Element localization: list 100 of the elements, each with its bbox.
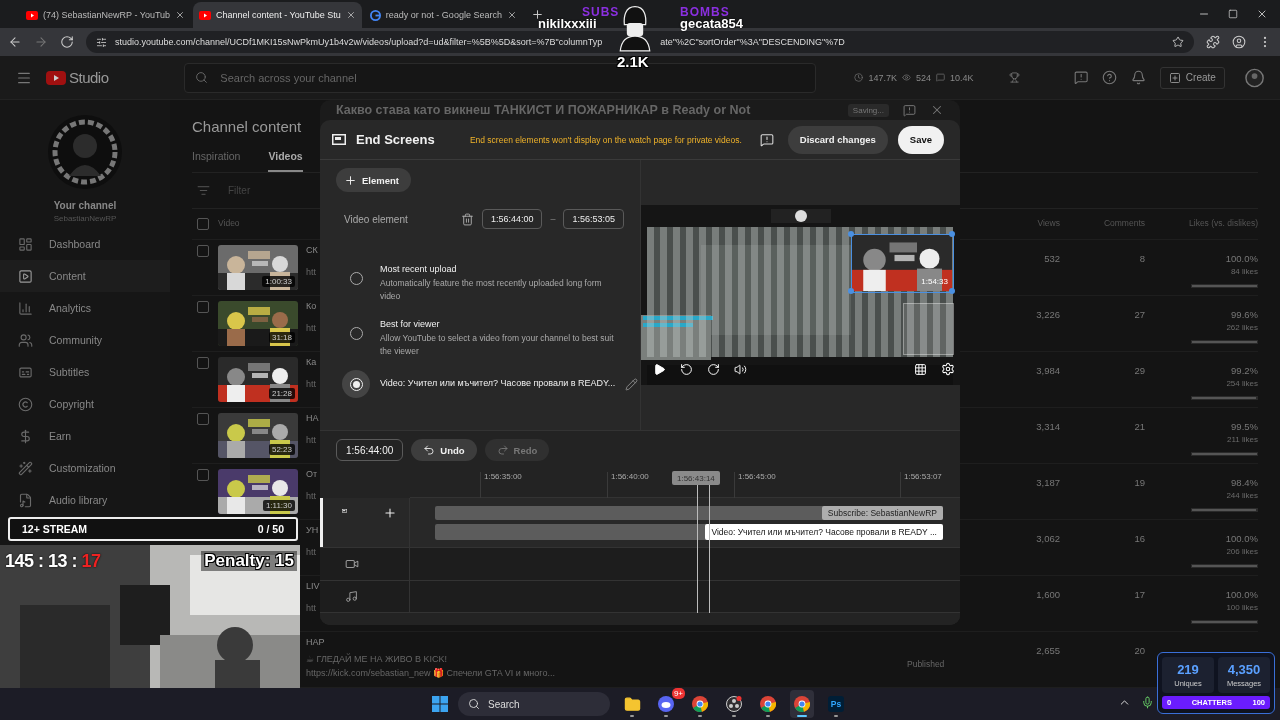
soldier-figure [617, 3, 653, 53]
logo-text: Studio [69, 69, 109, 86]
row-checkbox[interactable] [197, 469, 209, 481]
nav-item[interactable]: Analytics [0, 299, 170, 317]
subs-label: SUBS [582, 5, 620, 19]
browser-tab[interactable]: ready or not - Google Search [363, 2, 523, 28]
end-time-field[interactable]: 1:56:53:05 [563, 209, 624, 229]
chat-app-icon[interactable] [658, 696, 674, 712]
video-description: htt [306, 491, 316, 501]
row-checkbox[interactable] [197, 413, 209, 425]
browser-tab[interactable]: Channel content - YouTube Stu [193, 2, 362, 28]
bookmark-icon[interactable] [1172, 36, 1184, 48]
reload-icon[interactable] [60, 35, 74, 49]
content-tab[interactable]: Inspiration [192, 150, 241, 173]
browser-icon[interactable] [692, 696, 708, 712]
nav-item[interactable]: Copyright [0, 395, 170, 413]
views-cell-text: 3,314 [1035, 420, 1060, 432]
feedback-icon[interactable] [1073, 70, 1088, 85]
avatar-icon[interactable] [1244, 67, 1264, 88]
row-checkbox[interactable] [197, 357, 209, 369]
microphone-icon[interactable] [1141, 696, 1154, 709]
create-button[interactable]: Create [1159, 66, 1225, 89]
select-all-checkbox[interactable] [197, 218, 209, 230]
add-element-button[interactable]: Element [336, 168, 411, 192]
clip-label: Video: Учител или мъчител? Часове провали в READY ... [705, 524, 943, 540]
video-title[interactable]: СК [306, 245, 318, 255]
video-duration: 31:18 [268, 332, 295, 343]
stat-value: 4,350 [1227, 662, 1261, 677]
nav-item[interactable]: Dashboard [0, 235, 170, 253]
filter-icon[interactable] [197, 184, 210, 198]
video-title[interactable]: Ко [306, 301, 317, 311]
feedback-icon[interactable] [903, 103, 916, 117]
warning-text: End screen elements won't display on the watch page for private videos. [469, 134, 742, 145]
clock-icon [854, 73, 864, 82]
notifications-icon[interactable] [1130, 70, 1146, 85]
address-field[interactable]: studio.youtube.com/channel/UCDf1MKI15sNwPkmUy1b4v2w/videos/upload?d=ud&filter=%5B%5D&sort=%7B"columnTyp ate"%2C"sortOrder"%3A"DESCENDING"%7D [86, 31, 1194, 53]
likes-count: 84 likes [1230, 267, 1258, 276]
nav-item[interactable]: Community [0, 331, 170, 349]
youtube-icon [199, 10, 212, 20]
timeline-clip[interactable]: Subscribe: SebastianNewRP [435, 506, 943, 520]
video-title[interactable]: НА [306, 413, 319, 423]
browser-icon[interactable] [794, 696, 810, 712]
timecode-field[interactable]: 1:56:44:00 [336, 439, 404, 461]
dollar-icon [18, 428, 33, 444]
video-title[interactable]: НАР [306, 637, 325, 647]
nav-item[interactable]: Customization [0, 459, 170, 477]
close-icon[interactable] [345, 10, 356, 20]
taskbar-search[interactable]: Search [458, 692, 610, 716]
comment-icon [936, 73, 945, 82]
add-icon[interactable] [383, 506, 397, 520]
end-screen-icon [332, 134, 346, 145]
redo-icon [496, 444, 509, 456]
trophy-icon[interactable] [1008, 72, 1020, 83]
undo-button[interactable]: Undo [411, 439, 477, 461]
timeline-clip[interactable]: Video: Учител или мъчител? Часове провали в READY ... [435, 524, 943, 540]
nav-item[interactable]: Audio library [0, 491, 170, 509]
start-icon[interactable] [432, 696, 448, 712]
trash-icon[interactable] [460, 212, 474, 226]
close-icon[interactable] [1256, 8, 1268, 20]
video-title[interactable]: Ка [306, 357, 317, 367]
start-time-field[interactable]: 1:56:44:00 [481, 209, 543, 229]
extensions-icon[interactable] [1206, 35, 1220, 49]
playhead-time[interactable]: 1:56:43:14 [672, 471, 720, 485]
views-cell-text: 3,062 [1035, 532, 1060, 544]
save-button[interactable]: Save [897, 125, 944, 154]
folder-icon[interactable] [623, 695, 641, 713]
close-icon[interactable] [175, 10, 186, 20]
browser-icon[interactable] [760, 696, 776, 712]
nav-item[interactable]: Earn [0, 427, 170, 445]
browser-tab[interactable]: (74) SebastianNewRP - YouTub [20, 2, 192, 28]
play-icon [18, 268, 33, 284]
video-title[interactable]: LIV [306, 581, 320, 591]
views-cell-text: 3,187 [1035, 476, 1060, 488]
channel-label: Your channel [52, 200, 118, 211]
likes-percent: 99.2% [1231, 365, 1258, 376]
chart-icon [18, 300, 33, 316]
maximize-icon[interactable] [1228, 9, 1238, 19]
stat-value: 147.7K [868, 72, 897, 83]
row-checkbox[interactable] [197, 245, 209, 257]
back-icon[interactable] [8, 35, 22, 49]
views-cell-text: 3,226 [1035, 308, 1060, 320]
photo-editor-icon[interactable]: Ps [828, 696, 844, 712]
site-settings-icon [96, 36, 107, 48]
likes-count: 244 likes [1226, 491, 1258, 500]
edit-icon[interactable] [625, 378, 639, 391]
visibility-status: Published [906, 658, 946, 669]
video-title[interactable]: УН [306, 525, 319, 535]
content-tab[interactable]: Videos [268, 150, 303, 173]
discard-button[interactable]: Discard changes [787, 125, 888, 154]
profile-icon[interactable] [1232, 35, 1246, 49]
comments-cell-text: 20 [1133, 644, 1145, 656]
option-title: Most recent upload [380, 264, 458, 274]
help-icon[interactable] [1101, 70, 1117, 85]
recorder-icon[interactable] [726, 696, 742, 712]
nav-item[interactable]: Subtitles [0, 363, 170, 381]
row-checkbox[interactable] [197, 301, 209, 313]
new-tab-icon[interactable] [530, 8, 544, 21]
close-icon[interactable] [506, 10, 517, 20]
video-title[interactable]: От [306, 469, 318, 479]
channel-avatar[interactable] [47, 114, 123, 190]
